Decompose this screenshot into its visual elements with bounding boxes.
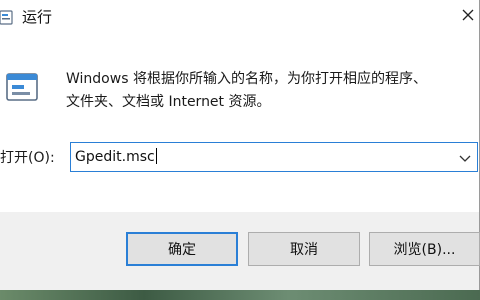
close-button[interactable] <box>456 2 480 30</box>
text-caret <box>155 148 157 164</box>
ok-button[interactable]: 确定 <box>126 232 238 266</box>
description-text: Windows 将根据你所输入的名称，为你打开相应的程序、 文件夹、文档或 In… <box>66 68 466 114</box>
cancel-button[interactable]: 取消 <box>248 232 360 266</box>
open-combobox[interactable]: Gpedit.msc <box>70 142 478 172</box>
run-dialog: 运行 Windows 将根据你所输入的名称，为你打开相应的程序、 文件夹、文档或… <box>0 0 480 290</box>
open-input[interactable]: Gpedit.msc <box>75 148 157 166</box>
description-line-1: Windows 将根据你所输入的名称，为你打开相应的程序、 <box>66 71 427 87</box>
dropdown-button[interactable] <box>455 143 475 171</box>
run-app-icon <box>4 70 40 106</box>
browse-button[interactable]: 浏览(B)... <box>369 232 480 266</box>
chevron-down-icon <box>459 148 471 167</box>
title-bar[interactable]: 运行 <box>0 0 479 34</box>
run-icon <box>0 8 14 26</box>
window-title: 运行 <box>22 8 53 26</box>
description-line-2: 文件夹、文档或 Internet 资源。 <box>66 94 271 110</box>
open-label: 打开(O): <box>0 150 55 166</box>
close-icon <box>461 7 475 26</box>
desktop-background <box>0 290 480 300</box>
open-input-value: Gpedit.msc <box>75 149 155 165</box>
